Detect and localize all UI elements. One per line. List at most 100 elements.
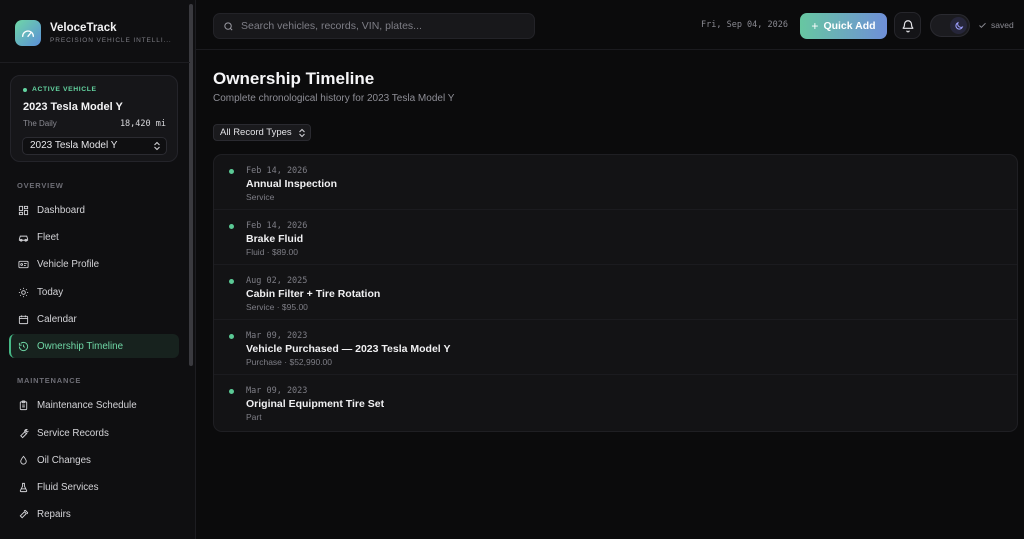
sidebar-item-label: Fluid Services	[37, 481, 99, 493]
sidebar-item-dashboard[interactable]: Dashboard	[9, 198, 179, 222]
search-input[interactable]	[241, 20, 521, 32]
history-icon	[18, 341, 29, 351]
timeline-date: Feb 14, 2026	[246, 221, 308, 231]
timeline-dot	[229, 389, 234, 394]
timeline-dot	[229, 224, 234, 229]
sidebar-item-label: Dashboard	[37, 204, 85, 216]
vehicle-nickname: The Daily	[23, 119, 57, 128]
sidebar-item-calendar[interactable]: Calendar	[9, 307, 179, 331]
sidebar-item-ownership-timeline[interactable]: Ownership Timeline	[9, 334, 179, 358]
vehicle-select[interactable]: 2023 Tesla Model Y	[22, 137, 167, 155]
sidebar-item-repairs[interactable]: Repairs	[9, 502, 179, 526]
sidebar-item-label: Ownership Timeline	[37, 340, 124, 352]
theme-toggle[interactable]	[930, 14, 970, 37]
sidebar-item-label: Today	[37, 286, 64, 298]
divider	[0, 62, 190, 63]
sidebar: VeloceTrack PRECISION VEHICLE INTELLI...…	[0, 0, 196, 539]
sidebar-item-label: Fleet	[37, 231, 59, 243]
timeline-meta: Service	[246, 192, 275, 202]
timeline-date: Aug 02, 2025	[246, 276, 308, 286]
notifications-button[interactable]	[894, 12, 921, 39]
droplet-icon	[20, 455, 27, 465]
timeline-list: Feb 14, 2026 Annual Inspection Service F…	[213, 154, 1018, 432]
brand-tagline: PRECISION VEHICLE INTELLI...	[50, 37, 172, 44]
vehicle-mileage: 18,420 mi	[119, 119, 166, 129]
sidebar-item-fleet[interactable]: Fleet	[9, 225, 179, 249]
timeline-meta: Service · $95.00	[246, 302, 308, 312]
page-title: Ownership Timeline	[213, 69, 375, 88]
sidebar-item-label: Vehicle Profile	[37, 258, 100, 270]
current-date: Fri, Sep 04, 2026	[701, 20, 788, 30]
active-vehicle-label: ACTIVE VEHICLE	[23, 86, 97, 93]
timeline-title: Vehicle Purchased — 2023 Tesla Model Y	[246, 343, 451, 355]
timeline-title: Original Equipment Tire Set	[246, 398, 385, 410]
sidebar-item-fluid-services[interactable]: Fluid Services	[9, 475, 179, 499]
sidebar-item-today[interactable]: Today	[9, 280, 179, 304]
timeline-title: Annual Inspection	[246, 178, 338, 190]
timeline-meta: Fluid · $89.00	[246, 247, 298, 257]
speedometer-icon	[15, 20, 41, 46]
calendar-icon	[18, 314, 29, 324]
topbar: Fri, Sep 04, 2026 + Quick Add saved	[196, 0, 1024, 50]
bell-icon	[902, 19, 913, 32]
wrench-icon	[20, 428, 29, 438]
timeline-date: Mar 09, 2023	[246, 331, 308, 341]
sidebar-item-label: Repairs	[37, 508, 71, 520]
brand-name: VeloceTrack	[50, 22, 117, 34]
search-icon	[224, 21, 233, 31]
sidebar-item-maintenance-schedule[interactable]: Maintenance Schedule	[9, 393, 179, 417]
active-vehicle-name: 2023 Tesla Model Y	[23, 101, 123, 113]
quick-add-button[interactable]: + Quick Add	[800, 13, 887, 39]
plus-icon: +	[811, 19, 819, 33]
active-vehicle-label-text: ACTIVE VEHICLE	[32, 86, 97, 93]
check-icon	[979, 22, 986, 28]
search-box[interactable]	[213, 13, 535, 39]
timeline-dot	[229, 169, 234, 174]
main-content: Ownership Timeline Complete chronologica…	[196, 50, 1024, 539]
timeline-item[interactable]: Mar 09, 2023 Original Equipment Tire Set…	[214, 375, 1017, 430]
sidebar-item-service-records[interactable]: Service Records	[9, 421, 179, 445]
sidebar-item-vehicle-profile[interactable]: Vehicle Profile	[9, 252, 179, 276]
sidebar-item-label: Maintenance Schedule	[37, 399, 137, 411]
save-status: saved	[978, 20, 1014, 30]
timeline-item[interactable]: Aug 02, 2025 Cabin Filter + Tire Rotatio…	[214, 265, 1017, 320]
active-dot-icon	[23, 87, 27, 92]
timeline-dot	[229, 279, 234, 284]
save-status-label: saved	[991, 20, 1014, 30]
clipboard-icon	[19, 399, 28, 410]
sun-icon	[18, 287, 29, 297]
brand[interactable]: VeloceTrack PRECISION VEHICLE INTELLI...	[15, 20, 172, 46]
timeline-item[interactable]: Feb 14, 2026 Annual Inspection Service	[214, 155, 1017, 210]
chevron-updown-icon	[154, 141, 160, 151]
timeline-title: Cabin Filter + Tire Rotation	[246, 288, 381, 300]
chevron-updown-icon	[298, 128, 305, 138]
active-vehicle-card: ACTIVE VEHICLE 2023 Tesla Model Y The Da…	[10, 75, 178, 162]
sidebar-item-label: Calendar	[37, 313, 77, 325]
timeline-title: Brake Fluid	[246, 233, 304, 245]
timeline-meta: Part	[246, 412, 262, 422]
timeline-meta: Purchase · $52,990.00	[246, 357, 333, 367]
timeline-date: Feb 14, 2026	[246, 166, 308, 176]
vehicle-select-value: 2023 Tesla Model Y	[30, 140, 118, 151]
page-subtitle: Complete chronological history for 2023 …	[213, 93, 455, 104]
sidebar-item-label: Oil Changes	[37, 454, 91, 466]
timeline-item[interactable]: Mar 09, 2023 Vehicle Purchased — 2023 Te…	[214, 320, 1017, 375]
timeline-dot	[229, 334, 234, 339]
car-icon	[18, 235, 29, 242]
theme-toggle-knob	[950, 17, 967, 34]
section-label-maintenance: MAINTENANCE	[17, 376, 82, 385]
section-label-overview: OVERVIEW	[17, 181, 64, 190]
record-type-filter[interactable]: All Record Types	[213, 124, 311, 141]
hammer-icon	[19, 509, 29, 518]
dashboard-icon	[18, 205, 29, 215]
id-card-icon	[18, 260, 29, 268]
moon-icon	[954, 21, 963, 30]
timeline-date: Mar 09, 2023	[246, 386, 308, 396]
flask-icon	[19, 482, 28, 492]
quick-add-label: Quick Add	[823, 20, 876, 32]
timeline-item[interactable]: Feb 14, 2026 Brake Fluid Fluid · $89.00	[214, 210, 1017, 265]
sidebar-item-oil-changes[interactable]: Oil Changes	[9, 448, 179, 472]
record-type-filter-value: All Record Types	[220, 127, 292, 138]
sidebar-scrollbar[interactable]	[189, 4, 193, 366]
sidebar-item-label: Service Records	[37, 427, 109, 439]
